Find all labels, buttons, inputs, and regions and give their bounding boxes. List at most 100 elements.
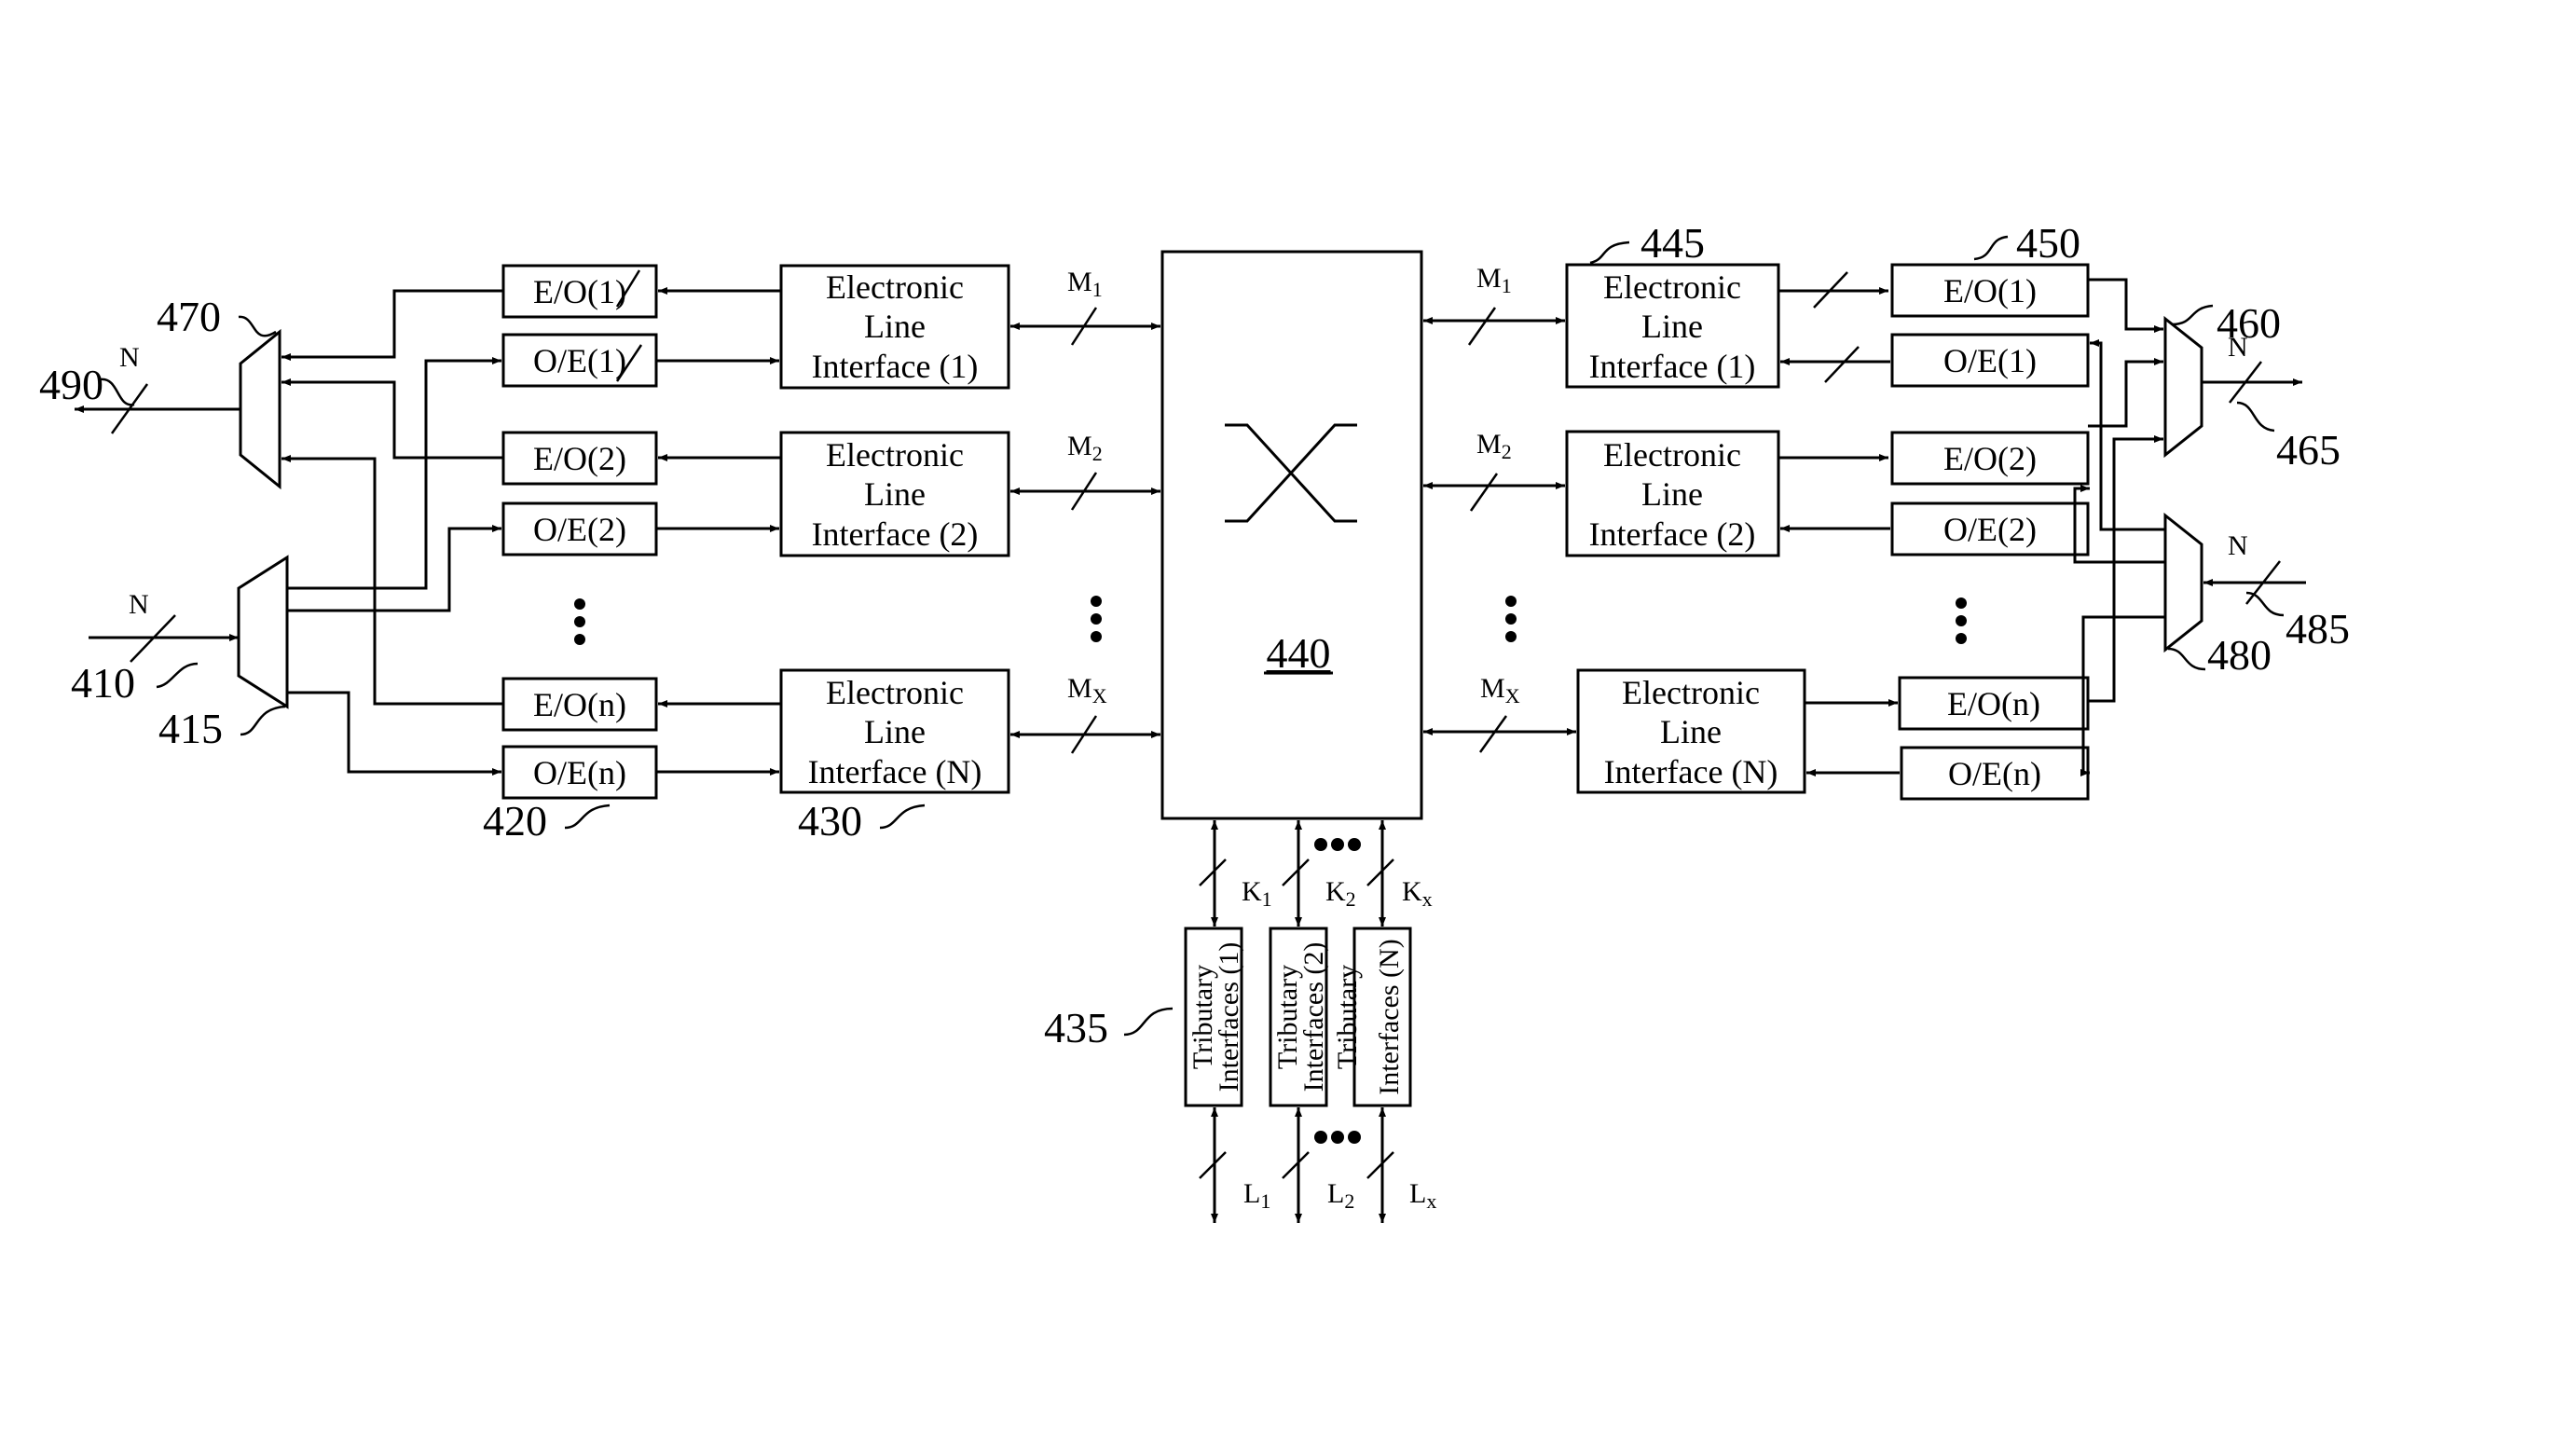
- left-eo-1-label: E/O(1): [533, 273, 626, 310]
- horizontal-ellipsis-icon: [1314, 838, 1361, 851]
- left-converters: E/O(1) O/E(1) E/O(2) O/E(2) E/O(n) O/E(n…: [483, 264, 658, 845]
- optical-switch-diagram: 440 470 N 490 N 410 415 E/O(1) O/E(1) E/…: [39, 219, 2350, 1223]
- svg-text:Electronic: Electronic: [1603, 436, 1741, 474]
- right-eli-2: Electronic Line Interface (2): [1565, 430, 1780, 557]
- leader-line: [2171, 304, 2214, 326]
- right-oe-n-label: O/E(n): [1948, 755, 2041, 792]
- demux-ref: 480: [2207, 631, 2272, 679]
- svg-text:Interface (2): Interface (2): [1589, 515, 1756, 553]
- bus-width-label: N: [2228, 332, 2248, 363]
- left-oe-1-label: O/E(1): [533, 342, 626, 379]
- mx-label: MX: [1067, 673, 1107, 707]
- leader-line: [879, 804, 926, 830]
- switch-fabric-440: 440: [1160, 250, 1423, 820]
- input-ref: 410: [71, 659, 135, 707]
- tributary-block-2: Tributary Interfaces (2): [1269, 927, 1329, 1107]
- left-eli-2: Electronic Line Interface (2): [779, 431, 1010, 557]
- k1-label: K1: [1242, 876, 1272, 911]
- left-eo-2-label: E/O(2): [533, 440, 626, 477]
- l1-label: L1: [1243, 1178, 1270, 1213]
- svg-text:Interface (N): Interface (N): [1604, 753, 1778, 790]
- mux-460: 460 N 465: [2163, 299, 2340, 474]
- right-converter-boxes: E/O(1) O/E(1) E/O(2) O/E(2) E/O(n) O/E(n…: [1890, 219, 2090, 801]
- output-ref: 490: [39, 361, 103, 408]
- svg-text:Electronic: Electronic: [826, 436, 964, 474]
- svg-text:Tributary: Tributary: [1332, 965, 1363, 1069]
- svg-text:Line: Line: [1660, 713, 1722, 750]
- svg-text:Line: Line: [1641, 308, 1703, 345]
- vertical-ellipsis-icon: [1091, 596, 1102, 642]
- leader-line: [238, 315, 277, 337]
- leader-line: [240, 705, 286, 736]
- horizontal-ellipsis-icon: [1314, 1131, 1361, 1144]
- leader-line: [1973, 235, 2009, 261]
- tributary-interfaces: Tributary Interfaces (1) Tributary Inter…: [1044, 820, 1436, 1223]
- m1-label: M1: [1067, 267, 1103, 301]
- converter-ref: 420: [483, 797, 547, 845]
- converter-ref: 450: [2016, 219, 2080, 267]
- mux-trapezoid: [2163, 315, 2203, 459]
- svg-text:Interface (2): Interface (2): [812, 515, 979, 553]
- eli-ref: 430: [798, 797, 862, 845]
- tributary-block-1: Tributary Interfaces (1): [1184, 927, 1244, 1107]
- demux-480: N 485 480: [2163, 512, 2350, 679]
- tributary-block-n: Tributary Interfaces (N): [1332, 927, 1412, 1107]
- mux-ref: 470: [157, 293, 221, 340]
- svg-text:Line: Line: [1641, 475, 1703, 513]
- right-eli-n: Electronic Line Interface (N): [1576, 668, 1806, 794]
- svg-text:Interfaces (N): Interfaces (N): [1374, 939, 1405, 1094]
- lx-label: Lx: [1409, 1178, 1436, 1213]
- demux-trapezoid: [2163, 512, 2203, 653]
- leader-line: [100, 378, 135, 406]
- output-ref: 465: [2276, 426, 2340, 474]
- leader-line: [156, 662, 199, 689]
- demux-415: N 410 415: [71, 555, 289, 752]
- svg-text:Interface (1): Interface (1): [1589, 348, 1756, 385]
- m1-label: M1: [1476, 263, 1512, 297]
- left-wiring: [281, 289, 503, 776]
- kx-label: Kx: [1402, 876, 1433, 911]
- svg-text:Line: Line: [864, 475, 926, 513]
- left-eli-1: Electronic Line Interface (1): [779, 264, 1010, 390]
- left-oe-2-label: O/E(2): [533, 511, 626, 548]
- tributary-ref: 435: [1044, 1004, 1108, 1051]
- svg-text:Interface (1): Interface (1): [812, 348, 979, 385]
- switch-ref: 440: [1267, 629, 1331, 677]
- demux-trapezoid: [237, 555, 289, 709]
- svg-text:Electronic: Electronic: [826, 268, 964, 306]
- leader-line: [2167, 647, 2206, 671]
- bus-width-label: N: [119, 342, 140, 373]
- mux-470: 470 N 490: [39, 293, 281, 490]
- m2-label: M2: [1067, 431, 1103, 465]
- switch-box: [1160, 250, 1423, 820]
- svg-text:Interfaces (2): Interfaces (2): [1298, 942, 1329, 1092]
- left-eli-n: Electronic Line Interface (N): [779, 668, 1010, 794]
- svg-text:Electronic: Electronic: [826, 674, 964, 711]
- left-eo-n-label: E/O(n): [533, 686, 626, 723]
- right-eli-1: Electronic Line Interface (1): [1565, 263, 1780, 389]
- right-oe-1-label: O/E(1): [1943, 342, 2037, 379]
- right-elis: Electronic Line Interface (1) Electronic…: [1423, 219, 1900, 794]
- demux-ref: 415: [158, 705, 223, 752]
- right-eo-2-label: E/O(2): [1943, 440, 2037, 477]
- bus-width-label: N: [129, 589, 149, 620]
- vertical-ellipsis-icon: [574, 598, 585, 645]
- right-eo-1-label: E/O(1): [1943, 272, 2037, 309]
- mux-ref: 460: [2217, 299, 2281, 347]
- vertical-ellipsis-icon: [1505, 596, 1517, 642]
- leader-line: [564, 804, 611, 830]
- mx-label: MX: [1480, 673, 1520, 707]
- leader-line: [2236, 401, 2275, 433]
- svg-text:Electronic: Electronic: [1603, 268, 1741, 306]
- right-eo-n-label: E/O(n): [1947, 685, 2040, 722]
- eli-ref: 445: [1640, 219, 1705, 267]
- left-oe-n-label: O/E(n): [533, 754, 626, 791]
- svg-text:Interfaces (1): Interfaces (1): [1214, 942, 1244, 1092]
- k2-label: K2: [1325, 876, 1356, 911]
- input-ref: 485: [2286, 605, 2350, 652]
- leader-line: [1589, 240, 1630, 265]
- leader-line: [1123, 1007, 1174, 1037]
- right-oe-2-label: O/E(2): [1943, 511, 2037, 548]
- m2-label: M2: [1476, 429, 1512, 463]
- svg-text:Line: Line: [864, 713, 926, 750]
